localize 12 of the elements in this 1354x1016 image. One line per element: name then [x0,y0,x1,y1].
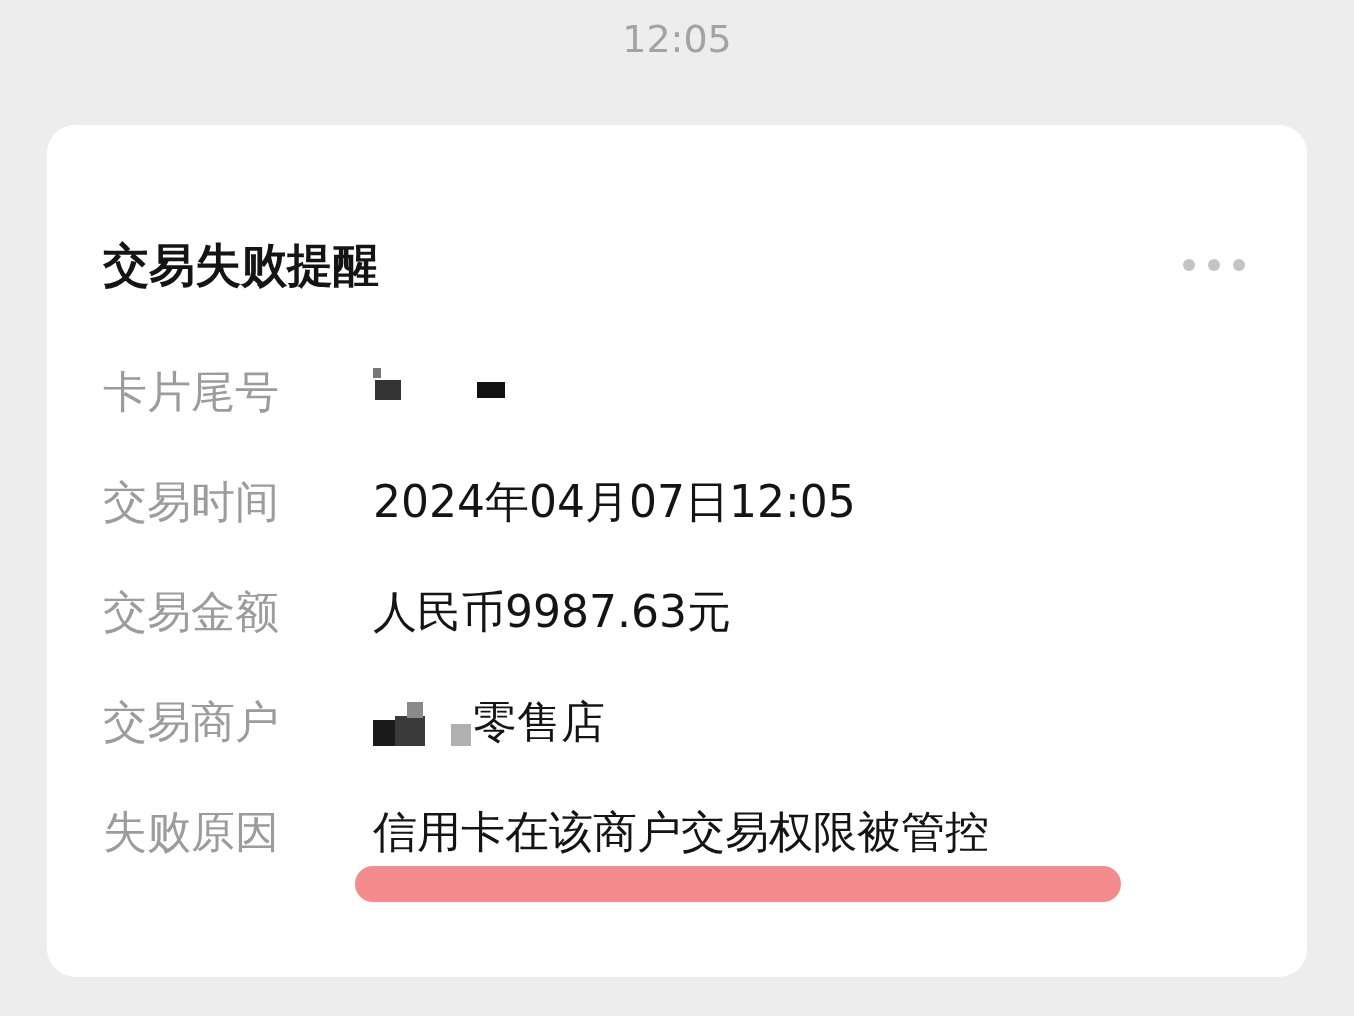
field-value: 零售店 [473,695,605,749]
card-title: 交易失败提醒 [103,237,379,293]
field-value: 2024年04月07日12:05 [373,475,856,529]
field-label: 失败原因 [103,805,280,859]
field-label: 卡片尾号 [103,365,280,419]
field-label: 交易商户 [103,695,280,749]
field-label: 交易金额 [103,585,280,639]
more-icon[interactable] [1183,258,1245,272]
field-label: 交易时间 [103,475,280,529]
field-value: 人民币9987.63元 [373,585,731,639]
message-time: 12:05 [622,16,732,62]
field-value: 信用卡在该商户交易权限被管控 [373,805,989,859]
